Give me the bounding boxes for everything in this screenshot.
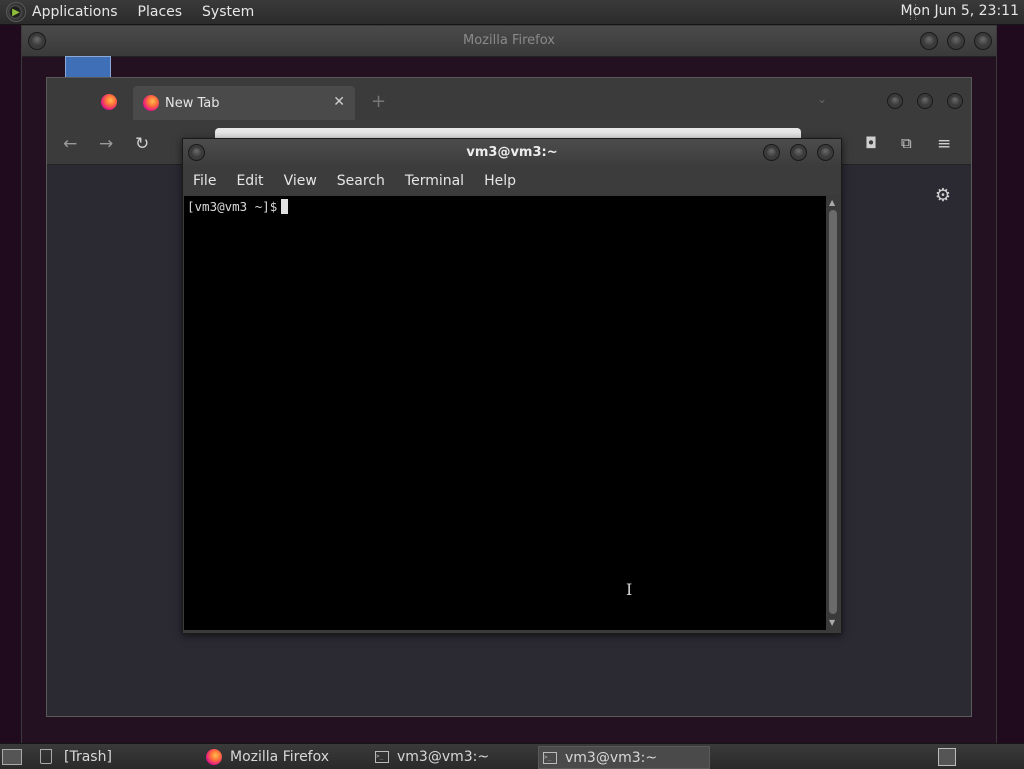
workspace-switcher[interactable]: [938, 748, 956, 766]
tab-label: New Tab: [165, 95, 220, 111]
window-title: Mozilla Firefox: [463, 33, 555, 48]
firefox-logo-icon: [206, 748, 222, 765]
menu-system[interactable]: System: [202, 4, 254, 20]
menu-view[interactable]: View: [284, 173, 317, 189]
scroll-up-icon[interactable]: ▲: [829, 198, 835, 207]
window-menu-button[interactable]: [188, 144, 205, 161]
terminal-title: vm3@vm3:~: [466, 145, 558, 160]
url-bar[interactable]: [215, 128, 801, 138]
close-button[interactable]: [817, 144, 834, 161]
menu-applications[interactable]: Applications: [32, 4, 118, 20]
window-menu-button[interactable]: [28, 32, 46, 50]
menu-edit[interactable]: Edit: [236, 173, 263, 189]
taskbar-item-terminal-2[interactable]: >_ vm3@vm3:~: [538, 746, 710, 769]
firefox-view-icon[interactable]: [101, 94, 117, 110]
new-tab-button[interactable]: +: [371, 91, 386, 112]
taskbar-label: Mozilla Firefox: [230, 748, 330, 765]
ibeam-cursor-icon: I: [626, 580, 633, 599]
maximize-button[interactable]: [947, 32, 965, 50]
firefox-logo-icon: [143, 95, 159, 111]
window-titlebar[interactable]: Mozilla Firefox: [22, 26, 996, 57]
trash-icon: [40, 749, 52, 764]
menu-search[interactable]: Search: [337, 173, 385, 189]
text-cursor: [281, 199, 289, 214]
minimize-button[interactable]: [763, 144, 780, 161]
maximize-button[interactable]: [790, 144, 807, 161]
minimize-button[interactable]: [887, 93, 903, 109]
desktop-icon-folder[interactable]: [65, 56, 111, 78]
terminal-menubar: File Edit View Search Terminal Help: [183, 167, 841, 195]
gear-icon[interactable]: ⚙: [935, 185, 951, 206]
terminal-window: vm3@vm3:~ File Edit View Search Terminal…: [182, 138, 842, 634]
bottom-panel: [Trash] Mozilla Firefox >_ vm3@vm3:~ >_ …: [0, 743, 1024, 769]
show-desktop-icon[interactable]: [2, 746, 22, 767]
forward-arrow-icon[interactable]: →: [99, 134, 113, 154]
menu-help[interactable]: Help: [484, 173, 516, 189]
back-arrow-icon[interactable]: ←: [63, 134, 77, 154]
tab-new-tab[interactable]: New Tab ✕: [133, 86, 355, 120]
scroll-down-icon[interactable]: ▼: [829, 618, 835, 627]
top-panel: ▶ Applications Places System Mon Jun 5, …: [0, 0, 1024, 25]
shell-prompt: [vm3@vm3 ~]$: [187, 199, 289, 214]
taskbar-label: [Trash]: [64, 748, 112, 765]
tab-list-icon[interactable]: ⌄: [817, 92, 827, 106]
taskbar-item-firefox[interactable]: Mozilla Firefox: [206, 746, 329, 767]
reload-icon[interactable]: ↻: [135, 134, 149, 154]
scrollbar-thumb[interactable]: [829, 210, 837, 614]
taskbar-item-terminal-1[interactable]: >_ vm3@vm3:~: [375, 746, 489, 767]
terminal-icon: >_: [543, 751, 557, 764]
distro-logo-icon[interactable]: ▶: [6, 2, 26, 22]
close-button[interactable]: [974, 32, 992, 50]
tab-bar: New Tab ✕ + ⌄: [47, 78, 971, 124]
close-button[interactable]: [947, 93, 963, 109]
prompt-text: [vm3@vm3 ~]$: [187, 199, 278, 214]
desktop-icon: [2, 748, 22, 765]
terminal-titlebar[interactable]: vm3@vm3:~: [183, 139, 841, 167]
extensions-icon[interactable]: ⧉: [901, 134, 912, 152]
menu-file[interactable]: File: [193, 173, 216, 189]
menu-places[interactable]: Places: [138, 4, 183, 20]
taskbar-item-trash[interactable]: [Trash]: [40, 746, 112, 767]
menu-terminal[interactable]: Terminal: [405, 173, 464, 189]
taskbar-label: vm3@vm3:~: [397, 748, 490, 765]
hamburger-menu-icon[interactable]: ≡: [937, 134, 951, 154]
terminal-scrollbar[interactable]: ▲ ▼: [826, 196, 840, 630]
terminal-output[interactable]: [vm3@vm3 ~]$ I: [184, 196, 826, 630]
minimize-button[interactable]: [920, 32, 938, 50]
terminal-icon: >_: [375, 750, 389, 763]
pocket-icon[interactable]: ◘: [865, 134, 877, 152]
maximize-button[interactable]: [917, 93, 933, 109]
close-tab-icon[interactable]: ✕: [333, 94, 345, 110]
clock[interactable]: Mon Jun 5, 23:11: [901, 3, 1019, 19]
taskbar-label: vm3@vm3:~: [565, 749, 658, 766]
